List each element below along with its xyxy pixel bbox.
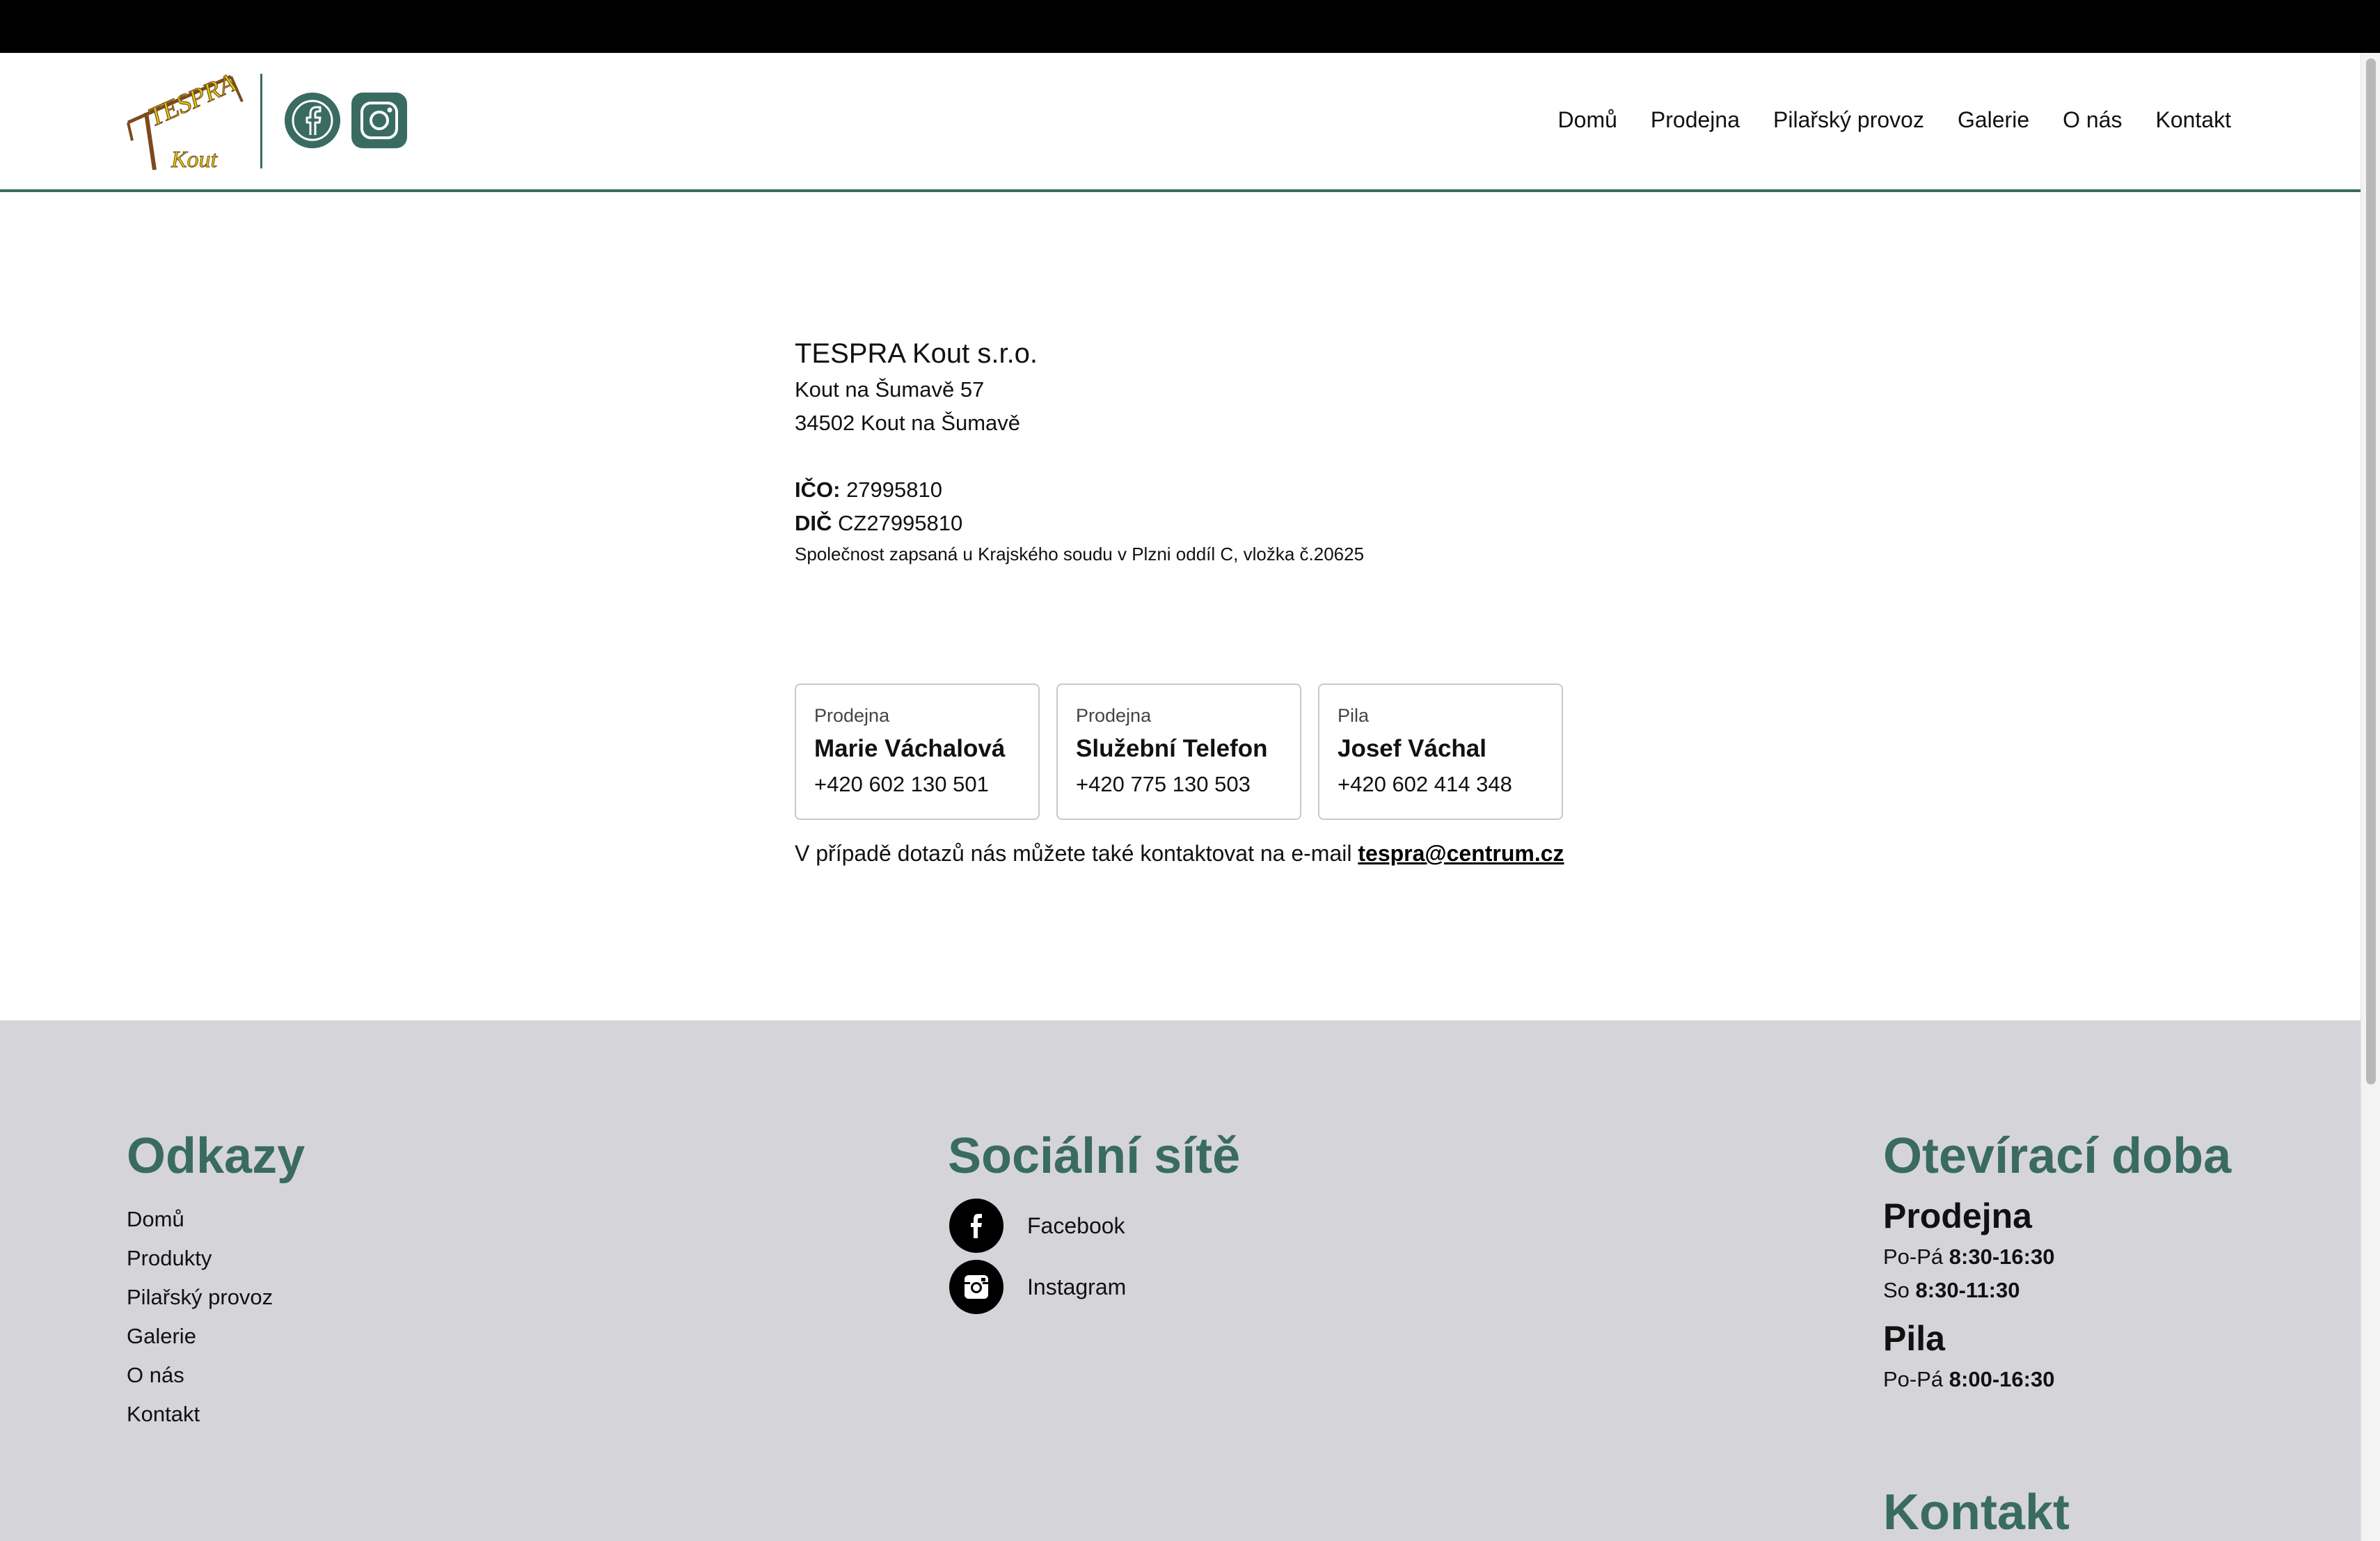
contact-phone[interactable]: +420 602 414 348 (1338, 767, 1562, 802)
instagram-icon (949, 1260, 1003, 1314)
ico-line: IČO: 27995810 (795, 473, 1567, 507)
dic-line: DIČ CZ27995810 (795, 507, 1567, 540)
header-facebook-link[interactable] (284, 92, 341, 149)
footer-link-kontakt[interactable]: Kontakt (127, 1395, 273, 1434)
facebook-label: Facebook (1027, 1212, 1125, 1238)
contact-role: Prodejna (1076, 705, 1152, 726)
footer-links-title: Odkazy (127, 1128, 306, 1184)
hours-days: So (1883, 1278, 1910, 1302)
contact-role: Pila (1338, 705, 1370, 726)
facebook-icon (285, 93, 340, 148)
hours-place-prodejna: Prodejna (1883, 1196, 2032, 1235)
instagram-label: Instagram (1027, 1274, 1127, 1299)
browser-top-bar (0, 0, 2380, 53)
hours-row: So 8:30-11:30 (1883, 1278, 2020, 1303)
svg-text:Kout: Kout (170, 147, 219, 171)
hours-days: Po-Pá (1883, 1367, 1944, 1391)
footer-link-pilarsky-provoz[interactable]: Pilařský provoz (127, 1278, 273, 1317)
footer-links: Domů Produkty Pilařský provoz Galerie O … (127, 1200, 273, 1434)
ico-label: IČO: (795, 477, 841, 502)
header-divider (260, 74, 262, 168)
contact-phone[interactable]: +420 775 130 503 (1076, 767, 1300, 802)
page-scrollbar[interactable] (2361, 53, 2380, 1541)
contact-phone[interactable]: +420 602 130 501 (814, 767, 1038, 802)
footer-link-produkty[interactable]: Produkty (127, 1239, 273, 1278)
hours-days: Po-Pá (1883, 1244, 1944, 1269)
main-nav: Domů Prodejna Pilařský provoz Galerie O … (1558, 107, 2231, 133)
nav-item-kontakt[interactable]: Kontakt (2155, 107, 2231, 133)
contact-name: Josef Váchal (1338, 735, 1486, 762)
footer-link-galerie[interactable]: Galerie (127, 1317, 273, 1356)
site-header: TESPRA Kout Domů Prodejna Pilařský provo… (0, 53, 2361, 192)
company-info: TESPRA Kout s.r.o. Kout na Šumavě 57 345… (795, 334, 1567, 568)
hours-time: 8:30-16:30 (1949, 1244, 2055, 1269)
tespra-logo-icon: TESPRA Kout (127, 68, 244, 173)
contact-card: Prodejna Marie Váchalová +420 602 130 50… (795, 683, 1040, 820)
footer-instagram-link[interactable]: Instagram (949, 1260, 1126, 1314)
hours-time: 8:30-11:30 (1915, 1278, 2020, 1302)
address-city: 34502 Kout na Šumavě (795, 411, 1021, 435)
email-prefix: V případě dotazů nás můžete také kontakt… (795, 841, 1352, 866)
hours-row: Po-Pá 8:00-16:30 (1883, 1367, 2054, 1392)
footer-link-o-nas[interactable]: O nás (127, 1356, 273, 1395)
nav-item-o-nas[interactable]: O nás (2063, 107, 2122, 133)
instagram-icon (351, 93, 407, 148)
nav-item-prodejna[interactable]: Prodejna (1651, 107, 1740, 133)
site-footer: Odkazy Domů Produkty Pilařský provoz Gal… (0, 1020, 2361, 1541)
contact-card: Pila Josef Váchal +420 602 414 348 (1318, 683, 1563, 820)
svg-text:TESPRA: TESPRA (144, 74, 241, 132)
company-name: TESPRA Kout s.r.o. (795, 338, 1038, 369)
nav-item-home[interactable]: Domů (1558, 107, 1617, 133)
address-street: Kout na Šumavě 57 (795, 377, 985, 402)
footer-social-title: Sociální sítě (948, 1128, 1241, 1184)
ico-value: 27995810 (846, 477, 942, 502)
dic-value: CZ27995810 (838, 511, 963, 535)
facebook-icon (949, 1199, 1003, 1253)
footer-facebook-link[interactable]: Facebook (949, 1199, 1125, 1253)
contact-name: Marie Váchalová (814, 735, 1006, 762)
footer-contact-title: Kontakt (1883, 1485, 2070, 1540)
footer-hours-title: Otevírací doba (1883, 1128, 2232, 1184)
scrollbar-thumb[interactable] (2366, 58, 2376, 1084)
nav-item-galerie[interactable]: Galerie (1958, 107, 2029, 133)
contact-role: Prodejna (814, 705, 890, 726)
hours-place-pila: Pila (1883, 1319, 1945, 1358)
hours-time: 8:00-16:30 (1949, 1367, 2055, 1391)
registry-note: Společnost zapsaná u Krajského soudu v P… (795, 544, 1365, 564)
contact-name: Služební Telefon (1076, 735, 1268, 762)
dic-label: DIČ (795, 511, 832, 535)
header-instagram-link[interactable] (351, 92, 408, 149)
contact-card: Prodejna Služební Telefon +420 775 130 5… (1056, 683, 1301, 820)
email-link[interactable]: tespra@centrum.cz (1358, 841, 1564, 866)
hours-row: Po-Pá 8:30-16:30 (1883, 1244, 2054, 1270)
footer-link-home[interactable]: Domů (127, 1200, 273, 1239)
site-logo[interactable]: TESPRA Kout (125, 68, 245, 173)
email-contact-line: V případě dotazů nás můžete také kontakt… (795, 841, 1564, 867)
contact-cards: Prodejna Marie Váchalová +420 602 130 50… (795, 683, 1563, 820)
nav-item-pilarsky-provoz[interactable]: Pilařský provoz (1773, 107, 1924, 133)
